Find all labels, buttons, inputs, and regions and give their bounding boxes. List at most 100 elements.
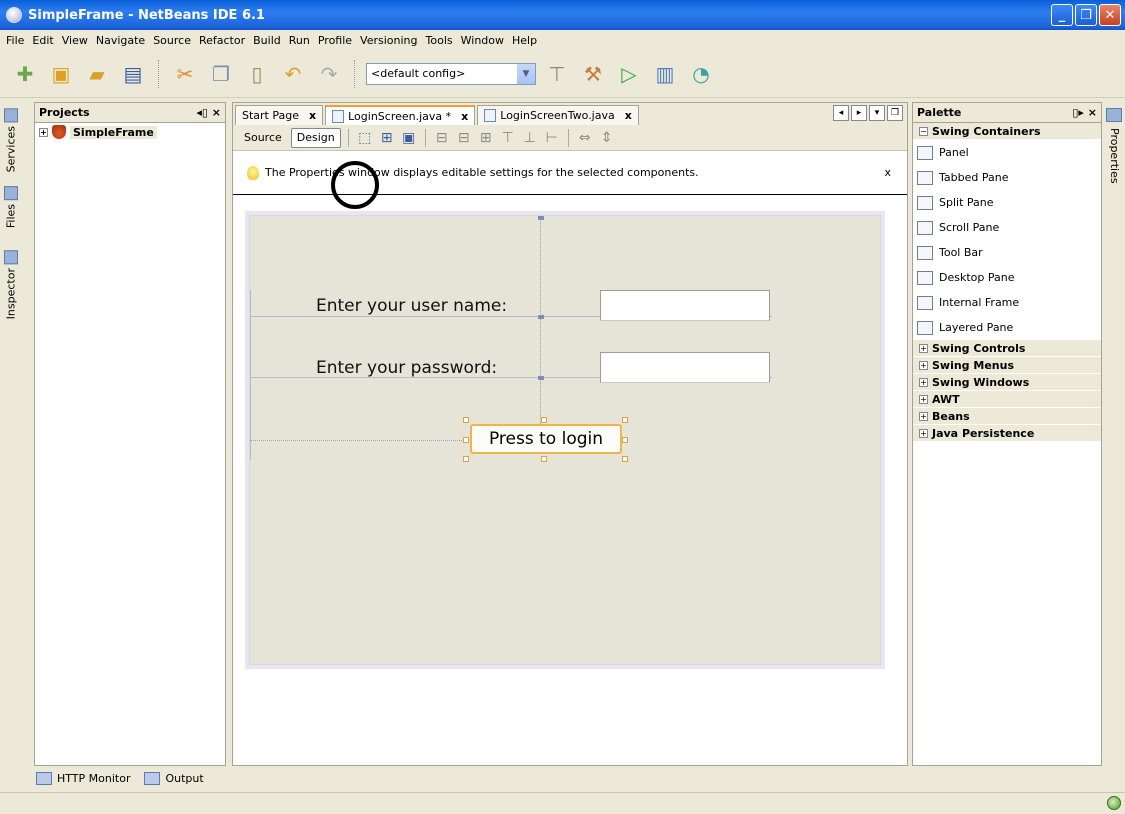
expand-icon[interactable]: + <box>919 394 928 404</box>
menu-window[interactable]: Window <box>457 34 508 47</box>
palette-category-java-persistence[interactable]: + Java Persistence <box>913 425 1101 442</box>
palette-item-desktop-pane[interactable]: Desktop Pane <box>913 265 1101 290</box>
expand-icon[interactable]: + <box>919 343 928 353</box>
build-icon[interactable]: ⊤ <box>542 59 572 89</box>
palette-item-scroll-pane[interactable]: Scroll Pane <box>913 215 1101 240</box>
expand-icon[interactable]: + <box>919 377 928 387</box>
palette-item-internal-frame[interactable]: Internal Frame <box>913 290 1101 315</box>
undo-icon[interactable]: ↶ <box>278 59 308 89</box>
resize-handle[interactable] <box>622 437 628 443</box>
copy-icon[interactable]: ❐ <box>206 59 236 89</box>
center-vertical-icon[interactable]: ⊢ <box>543 129 561 147</box>
http-monitor-tab[interactable]: HTTP Monitor <box>36 771 130 785</box>
palette-category-swing-controls[interactable]: + Swing Controls <box>913 340 1101 357</box>
maximize-button[interactable]: ❐ <box>1075 4 1097 26</box>
maximize-editor-icon[interactable]: ❐ <box>887 105 903 121</box>
center-horizontal-icon[interactable]: ⊞ <box>477 129 495 147</box>
files-tab[interactable]: Files <box>4 186 18 228</box>
tab-loginscreen[interactable]: LoginScreen.java * x <box>325 105 476 125</box>
tab-list-icon[interactable]: ▾ <box>869 105 885 121</box>
paste-icon[interactable]: ▯ <box>242 59 272 89</box>
run-icon[interactable]: ▷ <box>614 59 644 89</box>
password-field[interactable] <box>600 352 770 383</box>
update-status-icon[interactable] <box>1107 796 1121 810</box>
expand-icon[interactable]: + <box>919 428 928 438</box>
new-file-icon[interactable]: ✚ <box>10 59 40 89</box>
resize-handle[interactable] <box>622 456 628 462</box>
preview-design-icon[interactable]: ▣ <box>400 129 418 147</box>
menu-navigate[interactable]: Navigate <box>92 34 149 47</box>
palette-item-layered-pane[interactable]: Layered Pane <box>913 315 1101 340</box>
design-mode-button[interactable]: Design <box>290 127 341 148</box>
align-right-icon[interactable]: ⊟ <box>455 129 473 147</box>
tab-loginscreentwo[interactable]: LoginScreenTwo.java x <box>477 105 639 125</box>
resize-handle[interactable] <box>463 417 469 423</box>
source-mode-button[interactable]: Source <box>239 128 287 148</box>
menu-build[interactable]: Build <box>249 34 285 47</box>
align-top-icon[interactable]: ⊤ <box>499 129 517 147</box>
palette-item-split-pane[interactable]: Split Pane <box>913 190 1101 215</box>
close-tab-icon[interactable]: x <box>625 109 632 122</box>
menu-edit[interactable]: Edit <box>28 34 57 47</box>
minimize-button[interactable]: _ <box>1051 4 1073 26</box>
redo-icon[interactable]: ↷ <box>314 59 344 89</box>
palette-category-swing-windows[interactable]: + Swing Windows <box>913 374 1101 391</box>
align-bottom-icon[interactable]: ⊥ <box>521 129 539 147</box>
close-button[interactable]: ✕ <box>1099 4 1121 26</box>
resize-handle[interactable] <box>622 417 628 423</box>
palette-item-tool-bar[interactable]: Tool Bar <box>913 240 1101 265</box>
menu-file[interactable]: File <box>2 34 28 47</box>
menu-view[interactable]: View <box>58 34 92 47</box>
palette-panel-controls[interactable]: ▯▸ × <box>1072 106 1097 119</box>
clean-build-icon[interactable]: ⚒ <box>578 59 608 89</box>
resize-handle[interactable] <box>541 456 547 462</box>
properties-tab[interactable]: Properties <box>1108 128 1121 184</box>
menu-versioning[interactable]: Versioning <box>356 34 421 47</box>
project-tree-root[interactable]: + SimpleFrame <box>35 123 225 141</box>
menu-tools[interactable]: Tools <box>422 34 457 47</box>
menu-help[interactable]: Help <box>508 34 541 47</box>
resize-handle[interactable] <box>541 417 547 423</box>
expand-icon[interactable]: + <box>39 127 48 137</box>
hint-close-button[interactable]: x <box>884 166 891 179</box>
output-tab[interactable]: Output <box>144 771 204 785</box>
menu-profile[interactable]: Profile <box>314 34 356 47</box>
close-tab-icon[interactable]: x <box>309 109 316 122</box>
cut-icon[interactable]: ✂ <box>170 59 200 89</box>
login-button[interactable]: Press to login <box>470 424 622 454</box>
palette-category-swing-containers[interactable]: − Swing Containers <box>913 123 1101 140</box>
palette-category-awt[interactable]: + AWT <box>913 391 1101 408</box>
palette-category-swing-menus[interactable]: + Swing Menus <box>913 357 1101 374</box>
menu-run[interactable]: Run <box>285 34 314 47</box>
projects-panel-controls[interactable]: ◂▯ × <box>196 106 221 119</box>
save-all-icon[interactable]: ▤ <box>118 59 148 89</box>
scroll-right-icon[interactable]: ▸ <box>851 105 867 121</box>
inspector-tab[interactable]: Inspector <box>4 250 18 319</box>
debug-icon[interactable]: ▥ <box>650 59 680 89</box>
resize-vertical-icon[interactable]: ⇕ <box>598 129 616 147</box>
menu-source[interactable]: Source <box>149 34 195 47</box>
palette-category-beans[interactable]: + Beans <box>913 408 1101 425</box>
config-dropdown[interactable]: <default config> ▼ <box>366 62 536 85</box>
palette-item-tabbed-pane[interactable]: Tabbed Pane <box>913 165 1101 190</box>
services-tab[interactable]: Services <box>4 108 18 172</box>
palette-item-panel[interactable]: Panel <box>913 140 1101 165</box>
expand-icon[interactable]: + <box>919 411 928 421</box>
close-tab-icon[interactable]: x <box>461 110 468 123</box>
form-canvas[interactable]: Enter your user name: Enter your passwor… <box>249 215 881 665</box>
menu-refactor[interactable]: Refactor <box>195 34 249 47</box>
collapse-icon[interactable]: − <box>919 126 928 136</box>
resize-handle[interactable] <box>463 437 469 443</box>
open-project-icon[interactable]: ▰ <box>82 59 112 89</box>
scroll-left-icon[interactable]: ◂ <box>833 105 849 121</box>
selection-mode-icon[interactable]: ⬚ <box>356 129 374 147</box>
expand-icon[interactable]: + <box>919 360 928 370</box>
new-project-icon[interactable]: ▣ <box>46 59 76 89</box>
profile-icon[interactable]: ◔ <box>686 59 716 89</box>
username-field[interactable] <box>600 290 770 321</box>
align-left-icon[interactable]: ⊟ <box>433 129 451 147</box>
connection-mode-icon[interactable]: ⊞ <box>378 129 396 147</box>
tab-start-page[interactable]: Start Page x <box>235 105 324 125</box>
resize-horizontal-icon[interactable]: ⇔ <box>576 129 594 147</box>
resize-handle[interactable] <box>463 456 469 462</box>
